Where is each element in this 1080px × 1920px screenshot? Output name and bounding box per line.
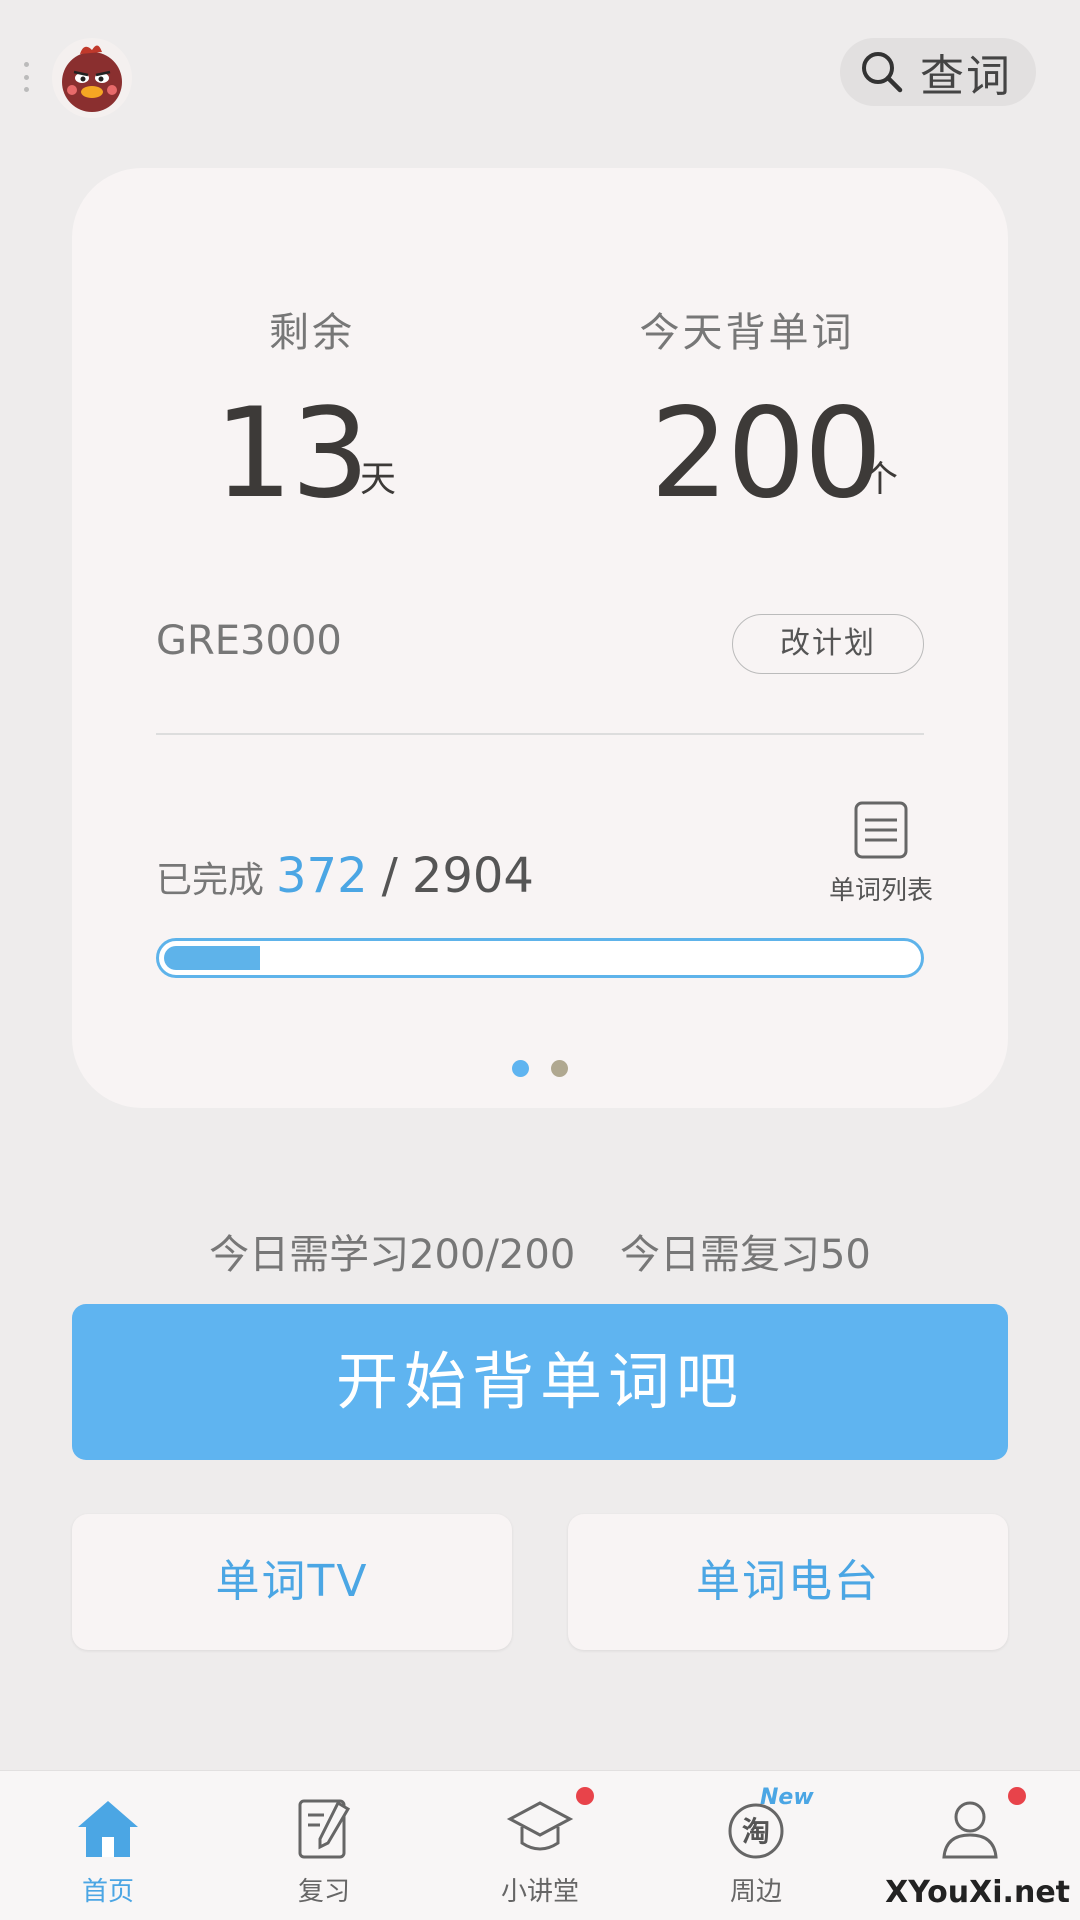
word-radio-button[interactable]: 单词电台 bbox=[568, 1514, 1008, 1650]
tab-review-label: 复习 bbox=[297, 1877, 350, 1907]
start-learning-button[interactable]: 开始背单词吧 bbox=[72, 1304, 1008, 1460]
tab-review[interactable]: 复习 bbox=[216, 1771, 432, 1920]
completed-count: 372 bbox=[276, 848, 368, 904]
tab-lecture[interactable]: 小讲堂 bbox=[432, 1771, 648, 1920]
bottom-tab-bar: 首页 复习 小讲堂 淘 周边 New XYouXi.net bbox=[0, 1770, 1080, 1920]
home-icon bbox=[78, 1801, 138, 1857]
pager-dot[interactable] bbox=[551, 1060, 568, 1077]
tab-lecture-label: 小讲堂 bbox=[500, 1877, 579, 1907]
today-words-label: 今天背单词 bbox=[639, 310, 855, 356]
study-plan-card[interactable]: 剩余 13 天 今天背单词 200 个 GRE3000 改计划 已完成 372 … bbox=[72, 168, 1008, 1108]
search-label: 查词 bbox=[920, 51, 1012, 102]
watermark-text: XYouXi.net bbox=[885, 1875, 1070, 1910]
daily-review-text: 今日需复习50 bbox=[619, 1232, 871, 1278]
avatar[interactable] bbox=[52, 38, 132, 118]
completed-label: 已完成 bbox=[156, 860, 265, 901]
remaining-days-section: 剩余 bbox=[212, 300, 412, 358]
word-list-icon bbox=[854, 801, 908, 859]
progress-text: 已完成 372 / 2904 bbox=[156, 848, 534, 904]
graduation-cap-icon bbox=[506, 1801, 574, 1851]
progress-fill bbox=[164, 946, 261, 970]
daily-summary: 今日需学习200/200 今日需复习50 bbox=[0, 1222, 1080, 1280]
pager-dot[interactable] bbox=[512, 1060, 529, 1077]
divider bbox=[156, 733, 924, 735]
tab-home-label: 首页 bbox=[81, 1877, 134, 1907]
word-list-label: 单词列表 bbox=[828, 876, 933, 906]
menu-dots-icon[interactable] bbox=[22, 62, 30, 92]
search-icon bbox=[862, 52, 903, 93]
remaining-days-value: 13 bbox=[214, 382, 370, 526]
today-words-value: 200 bbox=[650, 382, 883, 526]
remaining-label: 剩余 bbox=[269, 310, 355, 356]
word-tv-button[interactable]: 单词TV bbox=[72, 1514, 512, 1650]
new-badge: New bbox=[760, 1785, 814, 1810]
rooster-avatar-icon bbox=[62, 45, 122, 112]
review-icon bbox=[298, 1799, 351, 1859]
card-pager[interactable] bbox=[72, 1060, 1008, 1077]
today-words-section: 今天背单词 bbox=[632, 300, 862, 358]
tab-home[interactable]: 首页 bbox=[0, 1771, 216, 1920]
profile-notification-dot bbox=[1008, 1787, 1026, 1805]
search-button[interactable]: 查词 bbox=[840, 38, 1036, 106]
change-plan-button[interactable]: 改计划 bbox=[732, 614, 924, 674]
word-book-name: GRE3000 bbox=[156, 618, 342, 664]
total-count: 2904 bbox=[411, 848, 534, 904]
tab-nearby[interactable]: 淘 周边 New bbox=[648, 1771, 864, 1920]
today-words-unit: 个 bbox=[862, 459, 899, 500]
tab-nearby-label: 周边 bbox=[729, 1877, 782, 1907]
svg-text:淘: 淘 bbox=[742, 1815, 770, 1848]
daily-learn-text: 今日需学习200/200 bbox=[209, 1232, 576, 1278]
progress-bar bbox=[156, 938, 924, 978]
lecture-notification-dot bbox=[576, 1787, 594, 1805]
progress-separator: / bbox=[381, 848, 398, 904]
word-list-button[interactable]: 单词列表 bbox=[816, 800, 946, 907]
remaining-days-unit: 天 bbox=[360, 459, 397, 500]
user-icon bbox=[942, 1801, 998, 1859]
